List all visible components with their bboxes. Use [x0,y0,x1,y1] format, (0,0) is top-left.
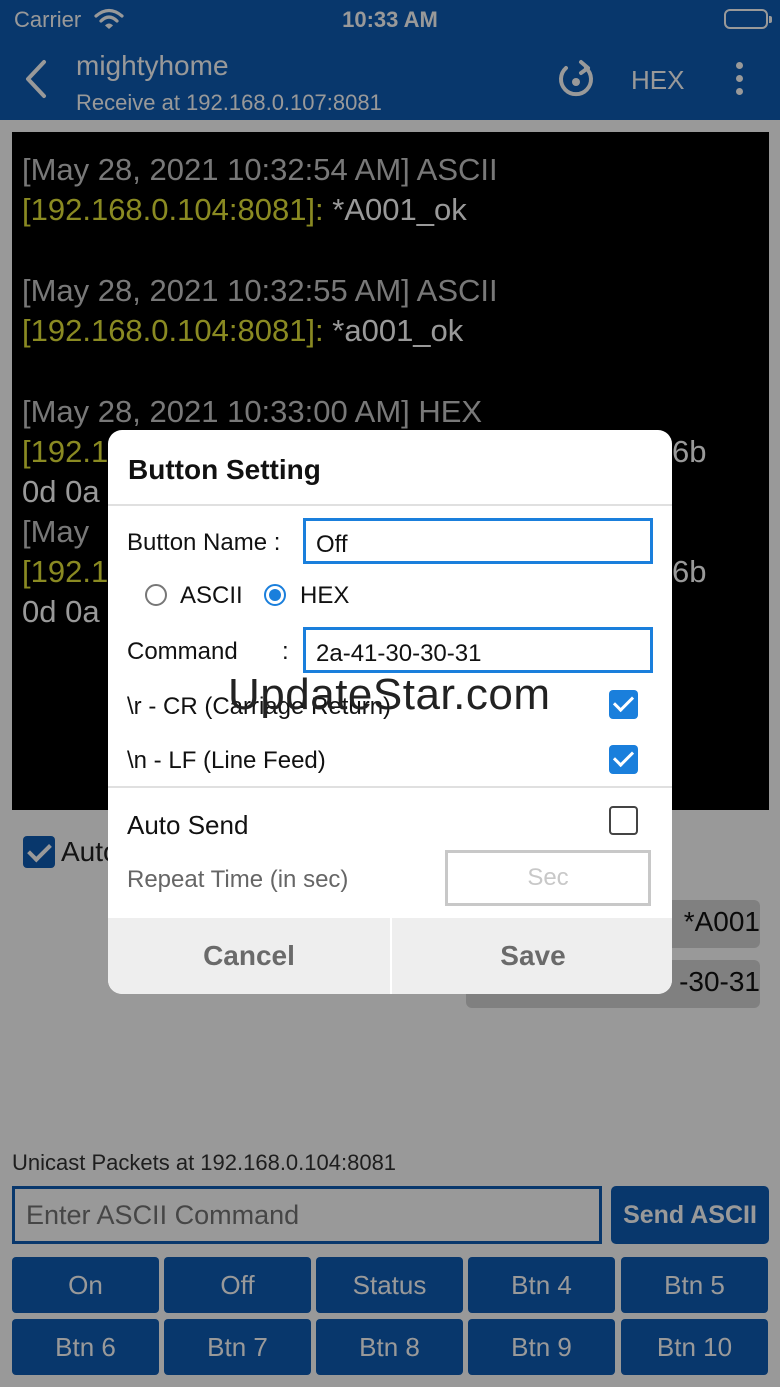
repeat-time-field[interactable]: Sec [445,850,651,906]
radio-ascii[interactable] [145,584,167,606]
radio-hex-label: HEX [300,582,350,609]
divider [108,504,672,506]
command-field[interactable]: 2a-41-30-30-31 [303,627,653,673]
lf-checkbox[interactable] [609,745,638,774]
auto-send-checkbox[interactable] [609,806,638,835]
dialog-title: Button Setting [128,454,321,485]
button-name-label: Button Name : [127,529,281,556]
radio-ascii-label: ASCII [180,582,243,609]
divider [108,786,672,788]
button-name-field[interactable]: Off [303,518,653,564]
save-button[interactable]: Save [392,918,672,994]
watermark-text: UpdateStar.com [228,670,551,719]
dialog-footer: Cancel Save [108,918,672,994]
radio-hex[interactable] [264,584,286,606]
command-colon: : [282,638,289,665]
command-label: Command [127,638,238,665]
cancel-button[interactable]: Cancel [108,918,390,994]
cr-checkbox[interactable] [609,690,638,719]
repeat-time-label: Repeat Time (in sec) [127,866,349,893]
lf-label: \n - LF (Line Feed) [127,747,326,774]
auto-send-label: Auto Send [127,810,249,840]
